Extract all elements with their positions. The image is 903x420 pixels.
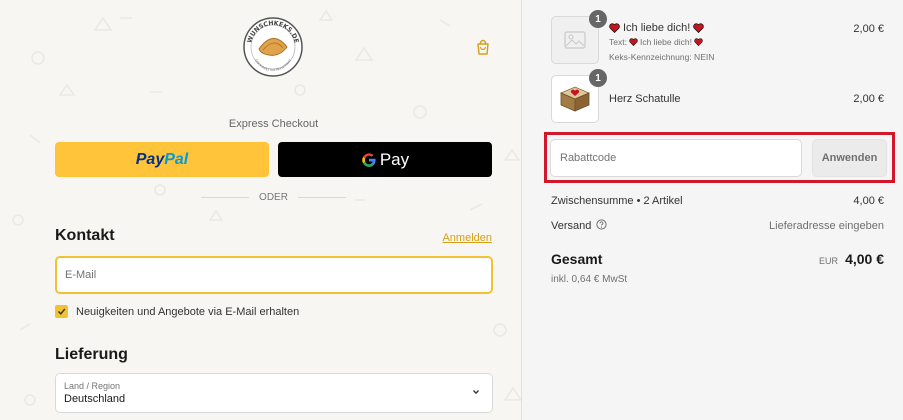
shipping-label-group: Versand — [551, 219, 607, 232]
quantity-badge: 1 — [589, 10, 607, 28]
paypal-logo-part2: Pal — [164, 150, 189, 168]
paypal-button[interactable]: Pay Pal — [55, 142, 269, 177]
subtotal-row: Zwischensumme • 2 Artikel 4,00 € — [551, 195, 884, 207]
checkmark-icon — [58, 308, 66, 315]
heart-icon — [693, 23, 704, 33]
wunschkeks-logo: WUNSCHKEKS.DE Glückskeks mit Wunschtext — [243, 17, 303, 77]
tax-note: inkl. 0,64 € MwSt — [551, 274, 628, 285]
shipping-value: Lieferadresse eingeben — [769, 219, 884, 232]
newsletter-option[interactable]: Neuigkeiten und Angebote via E-Mail erha… — [55, 305, 299, 318]
help-circle-icon[interactable] — [596, 219, 607, 230]
contact-heading: Kontakt — [55, 227, 115, 244]
login-link[interactable]: Anmelden — [442, 232, 492, 244]
newsletter-checkbox[interactable] — [55, 305, 68, 318]
order-summary-panel: 1 Ich liebe dich! Text: Ich liebe dich! … — [521, 0, 903, 420]
product-image: 1 — [551, 69, 607, 123]
google-pay-label: Pay — [379, 149, 410, 169]
total-value: 4,00 € — [845, 251, 884, 267]
google-g-icon — [361, 152, 377, 168]
google-pay-button[interactable]: Pay — [278, 142, 492, 177]
checkout-form-panel: WUNSCHKEKS.DE Glückskeks mit Wunschtext … — [0, 0, 521, 420]
detail-text-label: Text: — [609, 37, 627, 47]
newsletter-label: Neuigkeiten und Angebote via E-Mail erha… — [76, 305, 300, 318]
discount-code-field[interactable] — [550, 139, 802, 177]
item-name-text: Ich liebe dich! — [623, 22, 691, 34]
subtotal-value: 4,00 € — [853, 195, 884, 207]
item-name: Herz Schatulle — [609, 93, 681, 105]
subtotal-label: Zwischensumme • 2 Artikel — [551, 195, 683, 207]
item-detail-text: Text: Ich liebe dich! — [609, 37, 703, 47]
total-row: Gesamt EUR 4,00 € — [551, 251, 884, 267]
shopping-bag-icon[interactable] — [475, 39, 491, 55]
heart-box-image — [559, 86, 591, 112]
total-currency: EUR — [819, 256, 839, 266]
chevron-down-icon — [473, 390, 479, 395]
shipping-row: Versand Lieferadresse eingeben — [551, 219, 884, 232]
country-select-value: Deutschland — [64, 393, 126, 405]
quantity-badge: 1 — [589, 69, 607, 87]
total-amount: EUR 4,00 € — [819, 251, 884, 267]
heart-icon — [694, 38, 703, 46]
or-label: ODER — [259, 192, 288, 203]
delivery-heading: Lieferung — [55, 346, 128, 363]
heart-icon — [629, 38, 638, 46]
item-price: 2,00 € — [853, 93, 884, 105]
item-detail-marking: Keks-Kennzeichnung: NEIN — [609, 52, 715, 62]
country-select[interactable]: Land / Region Deutschland — [55, 373, 493, 413]
shipping-label: Versand — [551, 220, 592, 232]
country-select-label: Land / Region — [64, 381, 121, 391]
express-checkout-title: Express Checkout — [228, 118, 319, 130]
email-field[interactable] — [55, 256, 493, 294]
divider-line — [201, 197, 250, 198]
item-name: Ich liebe dich! — [609, 22, 704, 34]
apply-discount-button[interactable]: Anwenden — [812, 139, 887, 177]
image-placeholder-icon — [564, 31, 586, 49]
or-divider: ODER — [55, 192, 492, 203]
product-image-placeholder: 1 — [551, 10, 607, 64]
detail-text-value: Ich liebe dich! — [639, 37, 692, 47]
divider-line — [297, 197, 346, 198]
paypal-logo-part1: Pay — [135, 150, 165, 168]
heart-icon — [609, 23, 620, 33]
item-price: 2,00 € — [853, 23, 884, 35]
total-label: Gesamt — [551, 251, 603, 267]
